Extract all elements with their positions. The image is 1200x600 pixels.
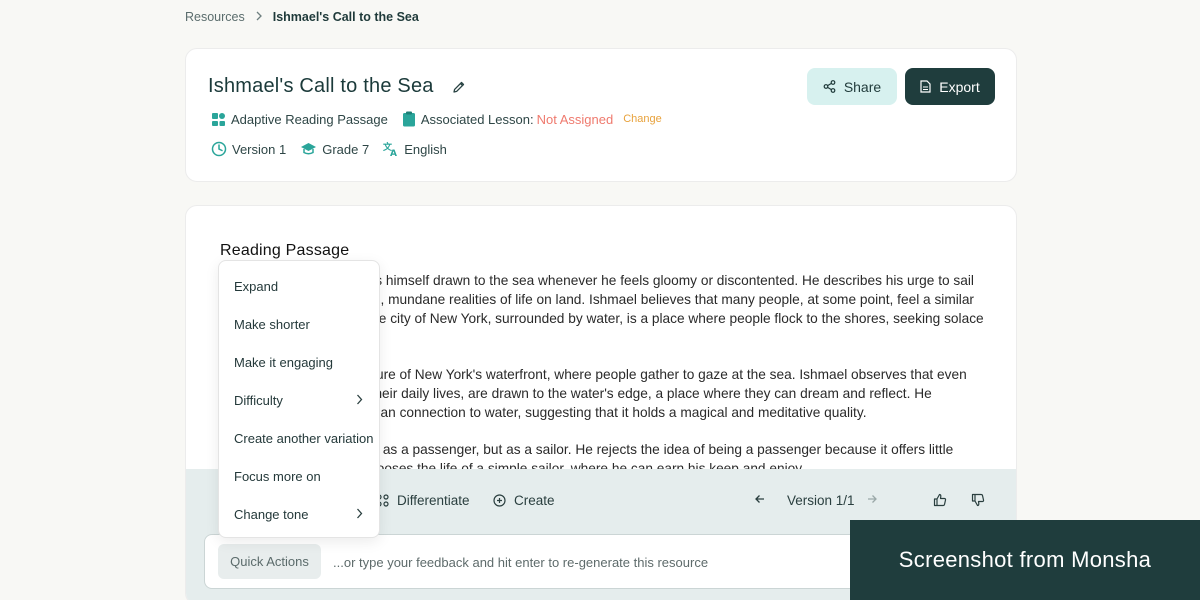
menu-item-label: Difficulty bbox=[234, 392, 283, 408]
menu-item-label: Focus more on bbox=[234, 468, 321, 484]
differentiate-label: Differentiate bbox=[397, 493, 470, 508]
menu-item-expand[interactable]: Expand bbox=[219, 267, 379, 305]
feedback-input[interactable] bbox=[333, 550, 833, 574]
resource-meta-row-2: Version 1 Grade 7 文 A English bbox=[211, 141, 461, 157]
quick-actions-button[interactable]: Quick Actions bbox=[218, 544, 321, 579]
resource-type-label: Adaptive Reading Passage bbox=[231, 111, 388, 127]
arrow-left-icon bbox=[755, 495, 764, 503]
thumbs-down-button[interactable] bbox=[971, 493, 993, 507]
menu-item-label: Make it engaging bbox=[234, 354, 334, 370]
menu-item-label: Make shorter bbox=[234, 316, 310, 332]
menu-item-label: Change tone bbox=[234, 506, 309, 522]
resource-meta-row-1: Adaptive Reading Passage Associated Less… bbox=[211, 111, 676, 127]
breadcrumb: Resources Ishmael's Call to the Sea bbox=[185, 10, 419, 24]
svg-text:A: A bbox=[390, 149, 397, 157]
differentiate-button[interactable]: Differentiate bbox=[376, 493, 470, 508]
share-icon bbox=[823, 80, 836, 93]
chevron-right-icon bbox=[357, 394, 363, 405]
thumbs-down-icon bbox=[971, 493, 985, 507]
plus-circle-icon bbox=[493, 494, 506, 507]
section-title: Reading Passage bbox=[220, 242, 350, 259]
create-button[interactable]: Create bbox=[493, 493, 555, 508]
export-button[interactable]: Export bbox=[905, 68, 995, 105]
version-indicator: Version 1/1 bbox=[787, 493, 855, 508]
language-label: English bbox=[404, 141, 447, 157]
chevron-right-icon bbox=[357, 508, 363, 519]
pencil-edit-icon[interactable] bbox=[452, 80, 466, 94]
resource-title: Ishmael's Call to the Sea bbox=[208, 75, 434, 97]
document-icon bbox=[920, 80, 931, 93]
associated-lesson-label: Associated Lesson: bbox=[420, 111, 534, 127]
menu-item-change-tone[interactable]: Change tone bbox=[219, 495, 379, 533]
previous-version-button[interactable] bbox=[754, 493, 774, 505]
menu-item-difficulty[interactable]: Difficulty bbox=[219, 381, 379, 419]
thumbs-up-icon bbox=[933, 493, 947, 507]
menu-item-focus-more-on[interactable]: Focus more on bbox=[219, 457, 379, 495]
menu-item-make-shorter[interactable]: Make shorter bbox=[219, 305, 379, 343]
thumbs-up-button[interactable] bbox=[933, 493, 955, 507]
share-button-label: Share bbox=[843, 78, 882, 95]
watermark-banner: Screenshot from Monsha bbox=[850, 520, 1200, 600]
translate-icon: 文 A bbox=[383, 141, 397, 157]
grade-label: Grade 7 bbox=[322, 141, 370, 157]
associated-lesson-status: Not Assigned bbox=[536, 111, 614, 127]
arrow-right-icon bbox=[868, 495, 877, 503]
clipboard-icon bbox=[402, 111, 415, 127]
chevron-right-icon bbox=[255, 10, 263, 24]
menu-item-label: Create another variation bbox=[234, 430, 374, 446]
resource-header-card: Ishmael's Call to the Sea Adaptive Readi… bbox=[185, 48, 1017, 182]
version-label: Version 1 bbox=[232, 141, 287, 157]
change-lesson-link[interactable]: Change bbox=[623, 113, 662, 125]
export-button-label: Export bbox=[939, 78, 980, 95]
next-version-button[interactable] bbox=[866, 493, 886, 505]
create-label: Create bbox=[514, 493, 555, 508]
share-button[interactable]: Share bbox=[807, 68, 897, 105]
breadcrumb-resources-link[interactable]: Resources bbox=[185, 10, 245, 24]
menu-item-make-engaging[interactable]: Make it engaging bbox=[219, 343, 379, 381]
graduation-cap-icon bbox=[301, 143, 317, 155]
quick-actions-menu: Expand Make shorter Make it engaging Dif… bbox=[218, 260, 380, 538]
feedback-bar: Quick Actions bbox=[204, 534, 904, 589]
menu-item-label: Expand bbox=[234, 278, 279, 294]
blocks-icon bbox=[212, 112, 225, 126]
menu-item-create-variation[interactable]: Create another variation bbox=[219, 419, 379, 457]
clock-icon bbox=[211, 141, 227, 157]
breadcrumb-current: Ishmael's Call to the Sea bbox=[272, 10, 419, 24]
